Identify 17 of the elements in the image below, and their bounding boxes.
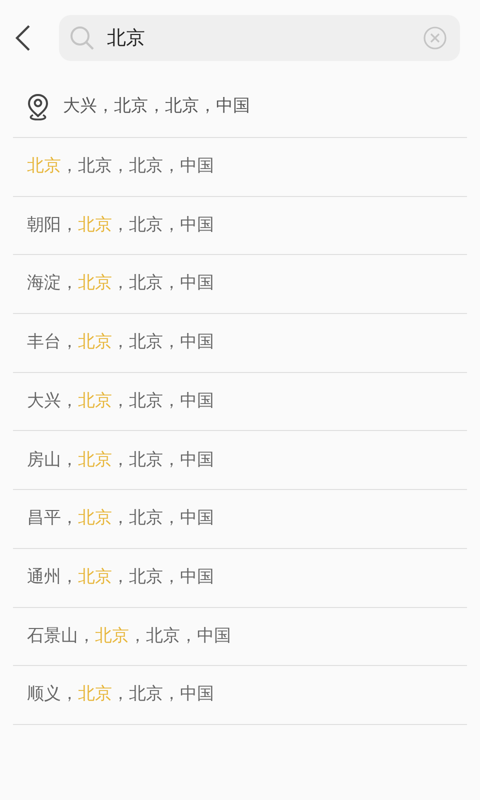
search-input[interactable]: 北京: [105, 22, 422, 54]
current-location-text[interactable]: 大兴，北京，北京，中国: [63, 94, 250, 120]
result-item[interactable]: 通州，北京，北京，中国: [27, 564, 214, 590]
search-field[interactable]: 北京: [59, 15, 460, 61]
result-item[interactable]: 大兴，北京，北京，中国: [27, 388, 214, 414]
result-item[interactable]: 丰台，北京，北京，中国: [27, 330, 214, 356]
result-item[interactable]: 朝阳，北京，北京，中国: [27, 212, 214, 238]
result-item[interactable]: 石景山，北京，北京，中国: [27, 624, 231, 650]
result-item[interactable]: 北京，北京，北京，中国: [27, 154, 214, 180]
location-pin-icon: [27, 92, 49, 120]
search-icon: [69, 25, 95, 51]
result-item[interactable]: 顺义，北京，北京，中国: [27, 682, 214, 708]
result-item[interactable]: 海淀，北京，北京，中国: [27, 271, 214, 297]
result-item[interactable]: 房山，北京，北京，中国: [27, 448, 214, 474]
clear-icon: [423, 26, 447, 50]
back-icon: [14, 24, 32, 52]
result-item[interactable]: 昌平，北京，北京，中国: [27, 506, 214, 532]
